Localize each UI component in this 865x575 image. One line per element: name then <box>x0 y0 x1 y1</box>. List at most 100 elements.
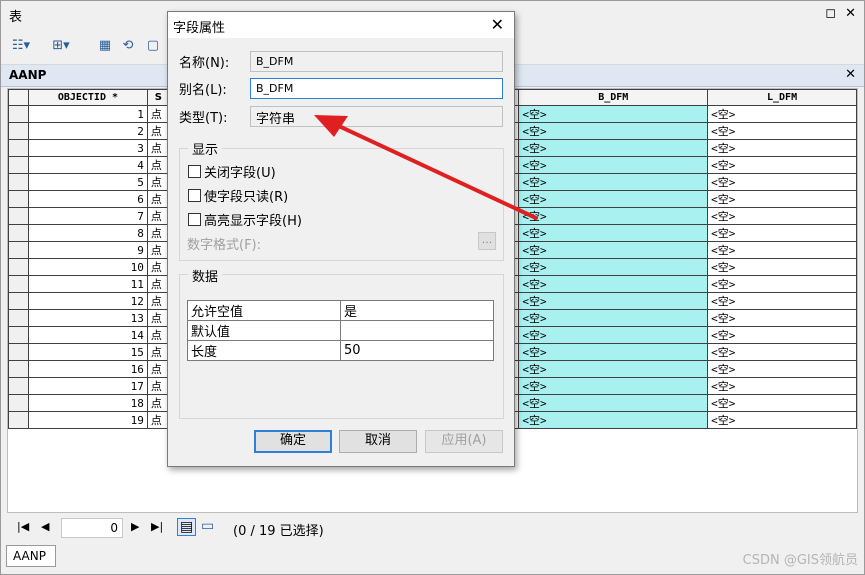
cell-l-dfm[interactable]: <空> <box>707 122 857 140</box>
property-row[interactable]: 默认值 <box>187 320 494 341</box>
row-header-corner[interactable] <box>8 89 29 106</box>
cell-l-dfm[interactable]: <空> <box>707 173 857 191</box>
related-tables-icon[interactable]: ⊞▾ <box>51 36 71 54</box>
cell-objectid[interactable]: 15 <box>27 343 148 361</box>
cell-l-dfm[interactable]: <空> <box>707 224 857 242</box>
clear-selection-icon[interactable]: ▢ <box>143 36 163 54</box>
property-value[interactable] <box>340 320 494 341</box>
row-selector[interactable] <box>8 258 29 276</box>
readonly-checkbox[interactable]: 使字段只读(R) <box>188 186 288 205</box>
alias-field[interactable]: B_DFM <box>250 78 503 99</box>
cell-l-dfm[interactable]: <空> <box>707 207 857 225</box>
cell-b-dfm[interactable]: <空> <box>518 377 709 395</box>
checkbox-box[interactable] <box>188 189 201 202</box>
cell-objectid[interactable]: 7 <box>27 207 148 225</box>
highlight-checkbox[interactable]: 高亮显示字段(H) <box>188 210 302 229</box>
row-selector[interactable] <box>8 207 29 225</box>
cell-b-dfm[interactable]: <空> <box>518 411 709 429</box>
cell-l-dfm[interactable]: <空> <box>707 394 857 412</box>
row-selector[interactable] <box>8 122 29 140</box>
column-header-objectid[interactable]: OBJECTID * <box>27 89 148 106</box>
column-header-l-dfm[interactable]: L_DFM <box>707 89 857 106</box>
row-selector[interactable] <box>8 292 29 310</box>
dialog-close-icon[interactable]: ✕ <box>491 15 504 34</box>
row-selector[interactable] <box>8 156 29 174</box>
cell-l-dfm[interactable]: <空> <box>707 139 857 157</box>
cell-objectid[interactable]: 13 <box>27 309 148 327</box>
checkbox-box[interactable] <box>188 165 201 178</box>
next-record-icon[interactable]: ▶ <box>131 520 139 533</box>
cell-b-dfm[interactable]: <空> <box>518 173 709 191</box>
close-icon[interactable]: ✕ <box>845 6 856 21</box>
restore-icon[interactable]: ◻ <box>825 6 836 21</box>
cell-objectid[interactable]: 16 <box>27 360 148 378</box>
close-table-icon[interactable]: ✕ <box>845 67 856 82</box>
bottom-table-tab[interactable]: AANP <box>6 545 56 567</box>
cell-l-dfm[interactable]: <空> <box>707 343 857 361</box>
column-header-b-dfm[interactable]: B_DFM <box>518 89 709 106</box>
cell-objectid[interactable]: 12 <box>27 292 148 310</box>
cell-l-dfm[interactable]: <空> <box>707 360 857 378</box>
cell-b-dfm[interactable]: <空> <box>518 292 709 310</box>
select-by-attributes-icon[interactable]: ▦ <box>95 36 115 54</box>
cell-b-dfm[interactable]: <空> <box>518 309 709 327</box>
row-selector[interactable] <box>8 275 29 293</box>
row-selector[interactable] <box>8 241 29 259</box>
cell-b-dfm[interactable]: <空> <box>518 326 709 344</box>
cell-b-dfm[interactable]: <空> <box>518 360 709 378</box>
row-selector[interactable] <box>8 173 29 191</box>
row-selector[interactable] <box>8 190 29 208</box>
row-selector[interactable] <box>8 326 29 344</box>
switch-selection-icon[interactable]: ⟲ <box>118 36 138 54</box>
cell-b-dfm[interactable]: <空> <box>518 275 709 293</box>
row-selector[interactable] <box>8 394 29 412</box>
property-value[interactable]: 是 <box>340 300 494 321</box>
cell-objectid[interactable]: 9 <box>27 241 148 259</box>
checkbox-box[interactable] <box>188 213 201 226</box>
row-selector[interactable] <box>8 105 29 123</box>
cell-objectid[interactable]: 11 <box>27 275 148 293</box>
cancel-button[interactable]: 取消 <box>339 430 417 453</box>
cell-objectid[interactable]: 19 <box>27 411 148 429</box>
close-field-checkbox[interactable]: 关闭字段(U) <box>188 162 276 181</box>
property-row[interactable]: 长度 50 <box>187 340 494 361</box>
cell-l-dfm[interactable]: <空> <box>707 292 857 310</box>
cell-objectid[interactable]: 17 <box>27 377 148 395</box>
cell-b-dfm[interactable]: <空> <box>518 241 709 259</box>
show-all-records-icon[interactable]: ▤ <box>177 518 197 536</box>
cell-b-dfm[interactable]: <空> <box>518 105 709 123</box>
cell-objectid[interactable]: 14 <box>27 326 148 344</box>
cell-l-dfm[interactable]: <空> <box>707 275 857 293</box>
cell-b-dfm[interactable]: <空> <box>518 190 709 208</box>
show-selected-records-icon[interactable]: ▭ <box>201 518 214 534</box>
cell-objectid[interactable]: 8 <box>27 224 148 242</box>
row-selector[interactable] <box>8 224 29 242</box>
cell-objectid[interactable]: 3 <box>27 139 148 157</box>
row-selector[interactable] <box>8 343 29 361</box>
prev-record-icon[interactable]: ◀ <box>41 520 49 533</box>
cell-objectid[interactable]: 10 <box>27 258 148 276</box>
last-record-icon[interactable]: ▶| <box>151 520 163 533</box>
row-selector[interactable] <box>8 411 29 429</box>
property-value[interactable]: 50 <box>340 340 494 361</box>
cell-objectid[interactable]: 2 <box>27 122 148 140</box>
cell-l-dfm[interactable]: <空> <box>707 241 857 259</box>
row-selector[interactable] <box>8 139 29 157</box>
cell-objectid[interactable]: 6 <box>27 190 148 208</box>
row-selector[interactable] <box>8 360 29 378</box>
cell-l-dfm[interactable]: <空> <box>707 105 857 123</box>
cell-l-dfm[interactable]: <空> <box>707 411 857 429</box>
cell-l-dfm[interactable]: <空> <box>707 156 857 174</box>
row-selector[interactable] <box>8 377 29 395</box>
cell-b-dfm[interactable]: <空> <box>518 224 709 242</box>
cell-l-dfm[interactable]: <空> <box>707 190 857 208</box>
cell-b-dfm[interactable]: <空> <box>518 394 709 412</box>
cell-objectid[interactable]: 4 <box>27 156 148 174</box>
first-record-icon[interactable]: |◀ <box>17 520 29 533</box>
cell-objectid[interactable]: 18 <box>27 394 148 412</box>
cell-b-dfm[interactable]: <空> <box>518 139 709 157</box>
cell-b-dfm[interactable]: <空> <box>518 156 709 174</box>
cell-objectid[interactable]: 1 <box>27 105 148 123</box>
cell-l-dfm[interactable]: <空> <box>707 309 857 327</box>
cell-b-dfm[interactable]: <空> <box>518 122 709 140</box>
